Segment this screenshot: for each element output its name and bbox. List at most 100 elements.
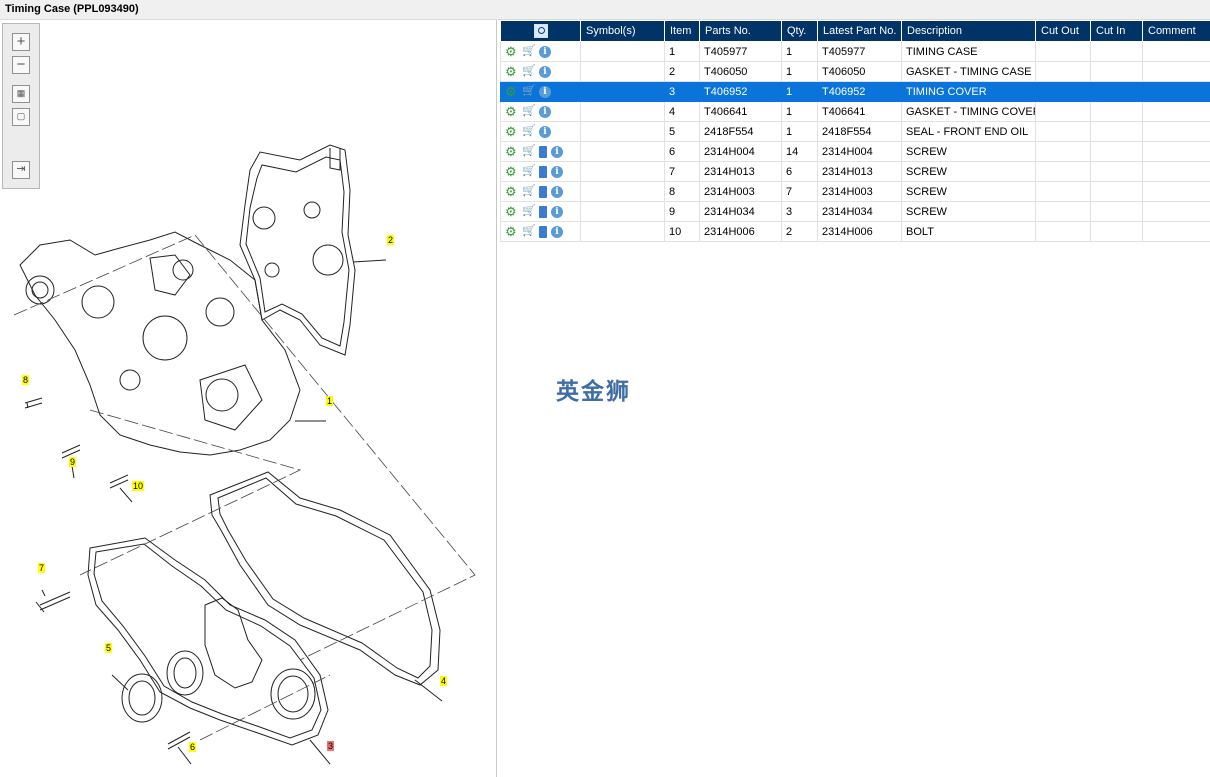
description-cell: SCREW: [901, 181, 1036, 202]
cart-icon[interactable]: 🛒: [522, 185, 536, 198]
filter-header-cell[interactable]: [500, 20, 581, 42]
callout-label-7[interactable]: 7: [38, 563, 46, 573]
cart-icon[interactable]: 🛒: [522, 45, 536, 58]
col-desc[interactable]: Description: [901, 20, 1036, 42]
description-cell: TIMING CASE: [901, 41, 1036, 62]
document-icon[interactable]: [539, 185, 547, 198]
row-actions-cell: ⚙ 🛒 i: [500, 101, 581, 122]
comment-cell: [1142, 201, 1210, 222]
info-icon[interactable]: i: [551, 165, 563, 178]
qty-cell: 7: [781, 181, 818, 202]
row-actions-cell: ⚙ 🛒 i: [500, 61, 581, 82]
col-qty[interactable]: Qty.: [781, 20, 818, 42]
latest-part-cell: 2314H006: [817, 221, 902, 242]
cut-in-cell: [1090, 201, 1143, 222]
item-cell: 9: [664, 201, 700, 222]
col-parts-no[interactable]: Parts No.: [699, 20, 782, 42]
cart-icon[interactable]: 🛒: [522, 85, 536, 98]
info-icon[interactable]: i: [551, 225, 563, 238]
col-comment[interactable]: Comment: [1142, 20, 1210, 42]
fit-icon[interactable]: ▦: [12, 85, 30, 103]
table-row[interactable]: ⚙ 🛒 i 7 2314H013 6 2314H013 SCREW: [500, 161, 1210, 182]
table-row[interactable]: ⚙ 🛒 i 5 2418F554 1 2418F554 SEAL - FRONT END OI…: [500, 121, 1210, 142]
table-row[interactable]: ⚙ 🛒 i 6 2314H004 14 2314H004 SCREW: [500, 141, 1210, 162]
callout-label-4[interactable]: 4: [440, 676, 448, 686]
cart-icon[interactable]: 🛒: [522, 105, 536, 118]
symbols-cell: [580, 81, 665, 102]
info-icon[interactable]: i: [551, 185, 563, 198]
cut-out-cell: [1035, 221, 1091, 242]
actual-size-icon[interactable]: ▢: [12, 108, 30, 126]
zoom-in-icon[interactable]: +: [12, 33, 30, 51]
gear-icon[interactable]: ⚙: [505, 105, 518, 118]
gear-icon[interactable]: ⚙: [505, 85, 518, 98]
document-icon[interactable]: [539, 165, 547, 178]
table-row[interactable]: ⚙ 🛒 i 10 2314H006 2 2314H006 BOLT: [500, 221, 1210, 242]
cut-out-cell: [1035, 181, 1091, 202]
gear-icon[interactable]: ⚙: [505, 45, 518, 58]
callout-label-8[interactable]: 8: [22, 375, 30, 385]
document-icon[interactable]: [539, 145, 547, 158]
gear-icon[interactable]: ⚙: [505, 145, 518, 158]
info-icon[interactable]: i: [539, 85, 551, 98]
latest-part-cell: T405977: [817, 41, 902, 62]
col-cut-in[interactable]: Cut In: [1090, 20, 1143, 42]
latest-part-cell: 2314H003: [817, 181, 902, 202]
info-icon[interactable]: i: [551, 145, 563, 158]
gear-icon[interactable]: ⚙: [505, 185, 518, 198]
qty-cell: 1: [781, 101, 818, 122]
cart-icon[interactable]: 🛒: [522, 125, 536, 138]
info-icon[interactable]: i: [539, 65, 551, 78]
cart-icon[interactable]: 🛒: [522, 205, 536, 218]
panel-toggle-icon[interactable]: ⇥: [12, 161, 30, 179]
gear-icon[interactable]: ⚙: [505, 225, 518, 238]
table-row[interactable]: ⚙ 🛒 i 3 T406952 1 T406952 TIMING COVER: [500, 81, 1210, 102]
col-cut-out[interactable]: Cut Out: [1035, 20, 1091, 42]
callout-label-2[interactable]: 2: [387, 235, 395, 245]
callout-label-6[interactable]: 6: [189, 742, 197, 752]
watermark-text: 英金狮: [556, 379, 631, 405]
callout-label-9[interactable]: 9: [69, 457, 77, 467]
document-icon[interactable]: [539, 225, 547, 238]
parts-no-cell: 2314H004: [699, 141, 782, 162]
zoom-out-icon[interactable]: −: [12, 56, 30, 74]
table-row[interactable]: ⚙ 🛒 i 8 2314H003 7 2314H003 SCREW: [500, 181, 1210, 202]
gear-icon[interactable]: ⚙: [505, 65, 518, 78]
cart-icon[interactable]: 🛒: [522, 165, 536, 178]
parts-no-cell: 2314H006: [699, 221, 782, 242]
cart-icon[interactable]: 🛒: [522, 65, 536, 78]
table-row[interactable]: ⚙ 🛒 i 4 T406641 1 T406641 GASKET - TIMING COVER: [500, 101, 1210, 122]
exploded-diagram[interactable]: [0, 20, 497, 777]
table-row[interactable]: ⚙ 🛒 i 9 2314H034 3 2314H034 SCREW: [500, 201, 1210, 222]
callout-label-1[interactable]: 1: [326, 396, 334, 406]
cut-in-cell: [1090, 121, 1143, 142]
qty-cell: 3: [781, 201, 818, 222]
gear-icon[interactable]: ⚙: [505, 125, 518, 138]
cart-icon[interactable]: 🛒: [522, 225, 536, 238]
info-icon[interactable]: i: [539, 125, 551, 138]
callout-label-10[interactable]: 10: [132, 481, 145, 491]
cart-icon[interactable]: 🛒: [522, 145, 536, 158]
search-icon[interactable]: [533, 24, 548, 38]
col-item[interactable]: Item: [664, 20, 700, 42]
document-icon[interactable]: [539, 205, 547, 218]
callout-label-3[interactable]: 3: [327, 741, 335, 751]
symbols-cell: [580, 41, 665, 62]
gear-icon[interactable]: ⚙: [505, 205, 518, 218]
cut-out-cell: [1035, 161, 1091, 182]
col-latest[interactable]: Latest Part No.: [817, 20, 902, 42]
info-icon[interactable]: i: [539, 105, 551, 118]
info-icon[interactable]: i: [539, 45, 551, 58]
parts-no-cell: 2314H013: [699, 161, 782, 182]
info-icon[interactable]: i: [551, 205, 563, 218]
table-row[interactable]: ⚙ 🛒 i 1 T405977 1 T405977 TIMING CASE: [500, 41, 1210, 62]
callout-label-5[interactable]: 5: [105, 643, 113, 653]
cut-out-cell: [1035, 121, 1091, 142]
diagram-pane[interactable]: + − ▦ ▢ ⇥ 1 2 3 4 5 6 7 8 9 10: [0, 20, 497, 777]
col-symbols[interactable]: Symbol(s): [580, 20, 665, 42]
latest-part-cell: 2314H034: [817, 201, 902, 222]
qty-cell: 1: [781, 61, 818, 82]
item-cell: 8: [664, 181, 700, 202]
gear-icon[interactable]: ⚙: [505, 165, 518, 178]
table-row[interactable]: ⚙ 🛒 i 2 T406050 1 T406050 GASKET - TIMING CASE: [500, 61, 1210, 82]
